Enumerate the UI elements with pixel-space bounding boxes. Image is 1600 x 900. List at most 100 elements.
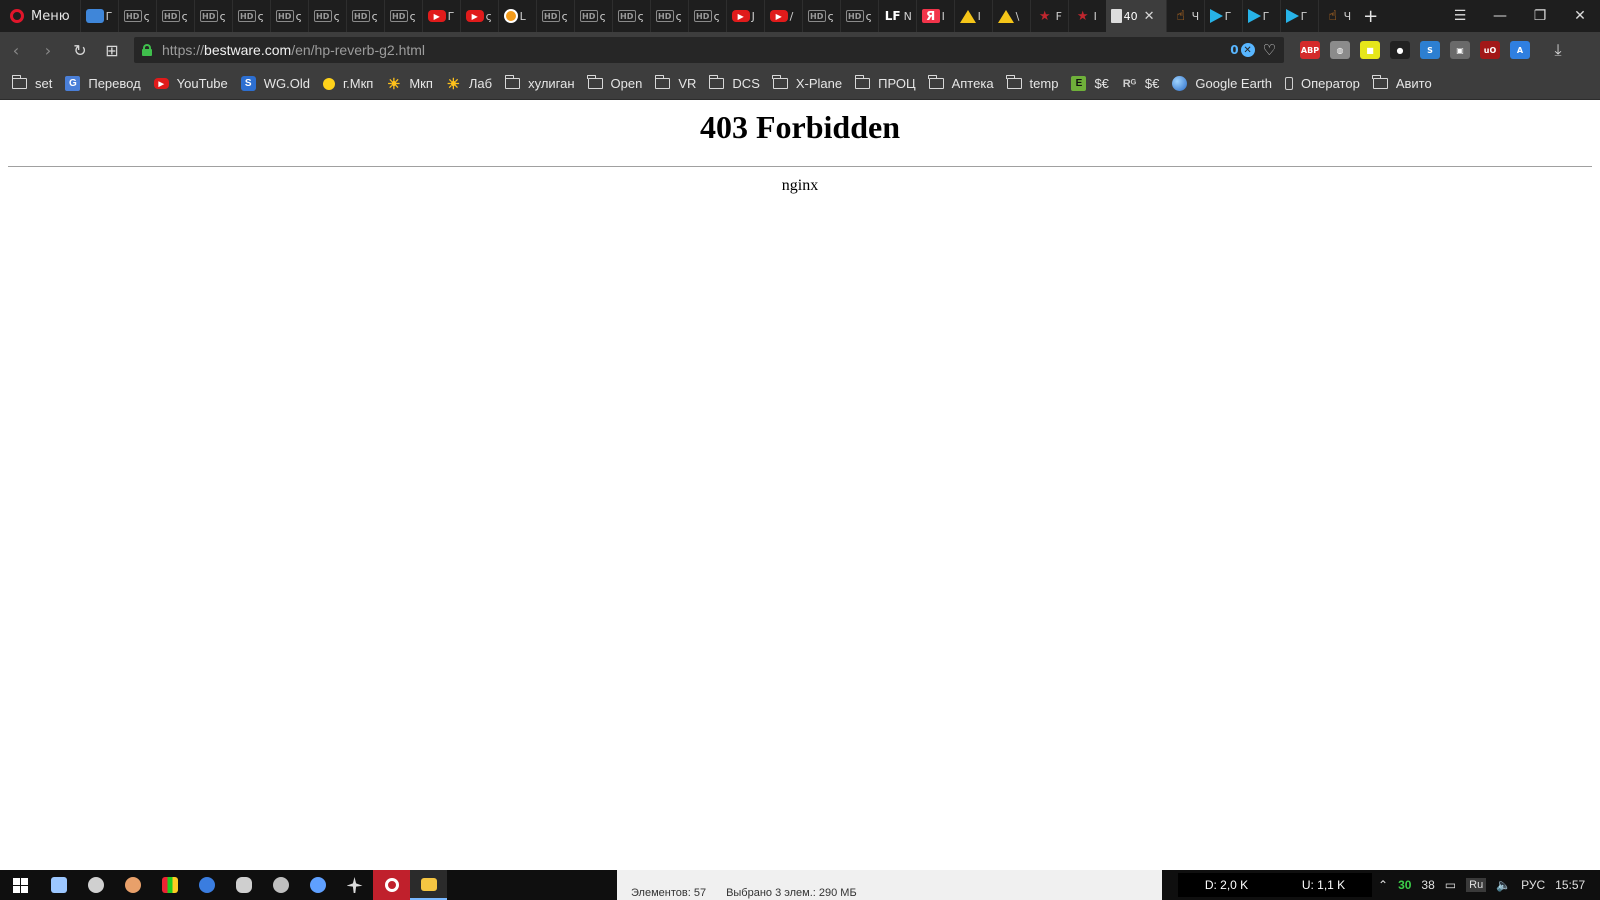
browser-tab[interactable]: HD ς xyxy=(383,0,422,32)
browser-tab[interactable]: HD ς xyxy=(573,0,612,32)
airplane-icon[interactable] xyxy=(336,870,373,900)
bookmark-item[interactable]: VR xyxy=(654,75,696,91)
keyboard-layout-badge[interactable]: Ru xyxy=(1466,878,1487,892)
s-extension-icon[interactable]: S xyxy=(1420,41,1440,59)
browser-tab[interactable]: Г xyxy=(1241,0,1280,32)
browser-tab[interactable]: Г xyxy=(1203,0,1242,32)
browser-tab[interactable]: ★ F xyxy=(1029,0,1068,32)
network-icon[interactable]: ▭ xyxy=(1445,878,1456,892)
download-icon[interactable]: ⤓ xyxy=(1542,32,1574,68)
browser-tab[interactable]: HD ς xyxy=(535,0,574,32)
bookmark-item[interactable]: temp xyxy=(1006,75,1058,91)
lock-icon[interactable] xyxy=(142,44,152,56)
minimize-button[interactable]: — xyxy=(1480,0,1520,32)
record-icon[interactable]: ● xyxy=(1390,41,1410,59)
browser-tab[interactable]: ★ I xyxy=(1067,0,1106,32)
browser-tab[interactable]: HD ς xyxy=(307,0,346,32)
sync-app-icon[interactable] xyxy=(299,870,336,900)
active-tab[interactable]: 40 ✕ xyxy=(1105,0,1166,32)
close-window-button[interactable]: ✕ xyxy=(1560,0,1600,32)
address-bar[interactable]: https://bestware.com/en/hp-reverb-g2.htm… xyxy=(134,37,1284,63)
browser-tab[interactable]: HD ς xyxy=(117,0,156,32)
browser-tab[interactable]: Г xyxy=(1279,0,1318,32)
browser-tab[interactable]: HD ς xyxy=(839,0,878,32)
browser-tab[interactable]: ☝ Ч xyxy=(1165,0,1204,32)
opera-menu-button[interactable]: Меню xyxy=(0,0,80,32)
settings-icon[interactable] xyxy=(77,870,114,900)
tray-indicator[interactable]: 38 xyxy=(1421,878,1434,892)
bookmark-item[interactable]: DCS xyxy=(708,75,760,91)
browser-tab[interactable]: L xyxy=(497,0,536,32)
language-indicator[interactable]: РУС xyxy=(1521,878,1545,892)
browser-tab[interactable]: LF N xyxy=(877,0,916,32)
globe-app-icon[interactable] xyxy=(188,870,225,900)
ad-blocker-count[interactable]: 0 xyxy=(1230,43,1238,57)
browser-tab[interactable]: HD ς xyxy=(801,0,840,32)
notepad-icon[interactable] xyxy=(40,870,77,900)
browser-tab[interactable]: ▶ Г xyxy=(421,0,460,32)
browser-tab[interactable]: HD ς xyxy=(193,0,232,32)
steam-icon[interactable] xyxy=(262,870,299,900)
ad-blocker-icon[interactable]: ✕ xyxy=(1240,43,1255,57)
bookmark-item[interactable]: Авито xyxy=(1372,75,1432,91)
browser-tab[interactable]: HD ς xyxy=(611,0,650,32)
volume-icon[interactable]: 🔈 xyxy=(1496,878,1511,892)
reload-button[interactable]: ↻ xyxy=(64,32,96,68)
chart-app-icon[interactable] xyxy=(151,870,188,900)
ublock-origin-icon[interactable]: uO xyxy=(1480,41,1500,59)
bookmark-item[interactable]: X-Plane xyxy=(772,75,842,91)
bookmark-item[interactable]: Rᴳ $€ xyxy=(1122,76,1160,91)
adblock-plus-icon[interactable]: ABP xyxy=(1300,41,1320,59)
bookmark-item[interactable]: ☀ Мкп xyxy=(386,76,433,93)
back-button[interactable]: ‹ xyxy=(0,32,32,68)
url-text[interactable]: https://bestware.com/en/hp-reverb-g2.htm… xyxy=(162,42,425,58)
start-button[interactable] xyxy=(0,870,40,900)
browser-tab[interactable]: HD ς xyxy=(687,0,726,32)
browser-tab[interactable]: I xyxy=(953,0,992,32)
restore-button[interactable]: ❐ xyxy=(1520,0,1560,32)
browser-tab[interactable]: HD ς xyxy=(649,0,688,32)
bookmark-item[interactable]: Аптека xyxy=(928,75,994,91)
heart-icon[interactable]: ♡ xyxy=(1263,41,1276,59)
opera-taskbar-icon[interactable] xyxy=(373,870,410,900)
bookmark-label: ПРОЦ xyxy=(878,76,916,91)
bookmark-item[interactable]: хулиган xyxy=(504,75,575,91)
bookmark-item[interactable]: Оператор xyxy=(1285,76,1360,91)
browser-tab[interactable]: ▶ / xyxy=(763,0,802,32)
tab-menu-icon[interactable]: ☰ xyxy=(1440,0,1480,32)
browser-tab[interactable]: Г xyxy=(79,0,118,32)
bookmark-item[interactable]: Google Earth xyxy=(1172,76,1272,91)
bookmark-item[interactable]: ▶ YouTube xyxy=(153,76,228,91)
forward-button[interactable]: › xyxy=(32,32,64,68)
show-hidden-icons-icon[interactable]: ⌃ xyxy=(1378,878,1388,892)
bookmark-item[interactable]: г.Мкп xyxy=(323,76,373,91)
browser-tab[interactable]: \ xyxy=(991,0,1030,32)
browser-tab[interactable]: ▶ ς xyxy=(459,0,498,32)
browser-tab[interactable]: HD ς xyxy=(155,0,194,32)
close-tab-icon[interactable]: ✕ xyxy=(1144,9,1155,24)
globe-icon[interactable]: ◍ xyxy=(1330,41,1350,59)
bookmark-item[interactable]: S WG.Old xyxy=(240,76,310,91)
clock[interactable]: 15:57 xyxy=(1555,878,1585,892)
browser-tab[interactable]: HD ς xyxy=(345,0,384,32)
screenshot-icon[interactable]: ▣ xyxy=(1450,41,1470,59)
speed-dial-button[interactable]: ⊞ xyxy=(96,32,128,68)
file-explorer-icon[interactable] xyxy=(410,870,447,900)
gamepad-icon[interactable] xyxy=(225,870,262,900)
bookmark-item[interactable]: ☀ Лаб xyxy=(446,76,492,93)
bookmark-item[interactable]: E $€ xyxy=(1071,76,1109,91)
browser-tab[interactable]: ЯⅠ xyxy=(915,0,954,32)
browser-tab[interactable]: ☝ Ч xyxy=(1317,0,1356,32)
browser-tab[interactable]: HD ς xyxy=(269,0,308,32)
bookmark-item[interactable]: G Перевод xyxy=(65,76,141,91)
bookmark-item[interactable]: ПРОЦ xyxy=(854,75,916,91)
browser-tab[interactable]: ▶ J xyxy=(725,0,764,32)
bookmark-item[interactable]: Open xyxy=(587,75,642,91)
new-tab-button[interactable]: + xyxy=(1356,6,1386,27)
translate-icon[interactable]: A xyxy=(1510,41,1530,59)
color-picker-icon[interactable]: ■ xyxy=(1360,41,1380,59)
tray-green-indicator[interactable]: 30 xyxy=(1398,878,1411,892)
browser-tab[interactable]: HD ς xyxy=(231,0,270,32)
bookmark-item[interactable]: set xyxy=(11,75,52,91)
paint-icon[interactable] xyxy=(114,870,151,900)
